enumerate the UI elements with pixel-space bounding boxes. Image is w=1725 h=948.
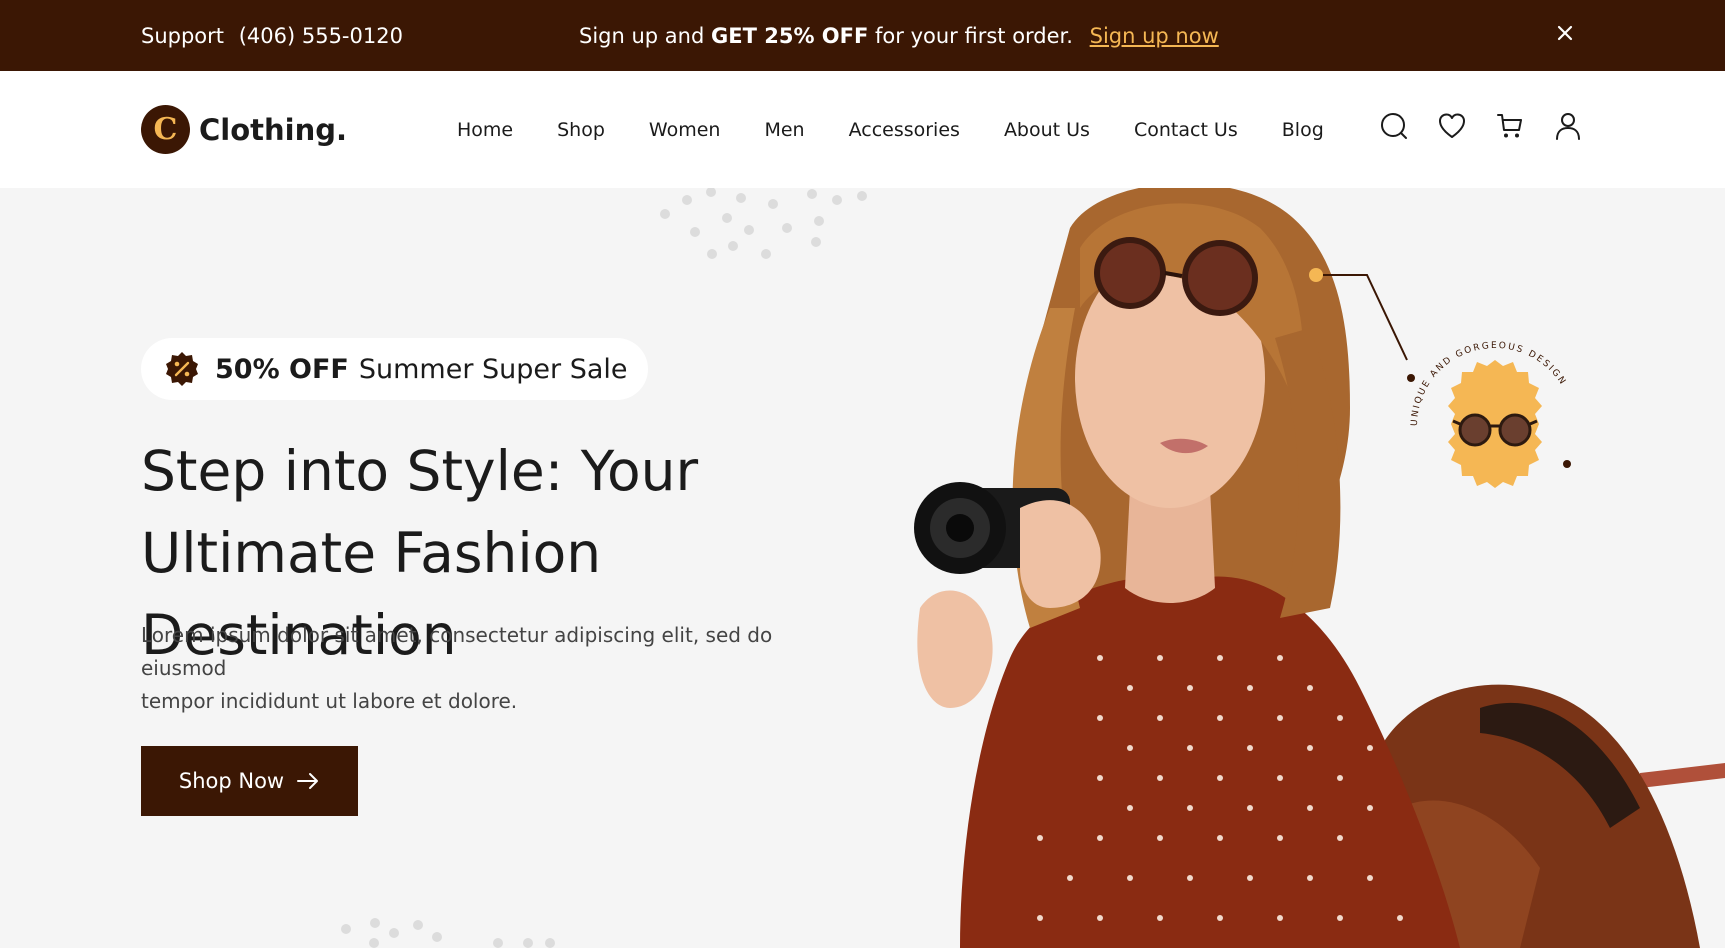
shop-now-button[interactable]: Shop Now bbox=[141, 746, 358, 816]
hero-section: 50% OFF Summer Super Sale Step into Styl… bbox=[0, 188, 1725, 948]
promo-discount: GET 25% OFF bbox=[711, 24, 869, 48]
announcement-bar: Support (406) 555-0120 Sign up and GET 2… bbox=[0, 0, 1725, 71]
promo-suffix: for your first order. bbox=[875, 24, 1073, 48]
support-info: Support (406) 555-0120 bbox=[141, 0, 403, 71]
signup-link[interactable]: Sign up now bbox=[1090, 24, 1219, 48]
search-icon[interactable] bbox=[1379, 111, 1409, 141]
description-line-2: tempor incididunt ut labore et dolore. bbox=[141, 689, 518, 713]
site-header: C Clothing. Home Shop Women Men Accessor… bbox=[0, 71, 1725, 188]
description-line-1: Lorem ipsum dolor sit amet, consectetur … bbox=[141, 623, 773, 680]
header-actions bbox=[1379, 111, 1611, 141]
support-phone[interactable]: (406) 555-0120 bbox=[239, 24, 403, 48]
decorative-dots-bottom bbox=[341, 918, 555, 948]
badge-text: Summer Super Sale bbox=[358, 353, 628, 385]
close-icon[interactable] bbox=[1552, 20, 1578, 46]
promo-message: Sign up and GET 25% OFF for your first o… bbox=[579, 0, 1219, 71]
discount-icon bbox=[166, 352, 198, 386]
hero-description: Lorem ipsum dolor sit amet, consectetur … bbox=[141, 619, 841, 718]
nav-about-us[interactable]: About Us bbox=[1004, 119, 1090, 141]
main-nav: Home Shop Women Men Accessories About Us… bbox=[457, 71, 1368, 188]
nav-blog[interactable]: Blog bbox=[1282, 119, 1324, 141]
nav-shop[interactable]: Shop bbox=[557, 119, 605, 141]
shop-now-label: Shop Now bbox=[178, 769, 285, 793]
logo-mark: C bbox=[141, 105, 190, 154]
badge-discount: 50% OFF bbox=[215, 353, 349, 385]
support-label: Support bbox=[141, 24, 225, 48]
nav-women[interactable]: Women bbox=[649, 119, 721, 141]
sale-badge: 50% OFF Summer Super Sale bbox=[141, 338, 648, 400]
nav-contact-us[interactable]: Contact Us bbox=[1134, 119, 1238, 141]
site-logo[interactable]: C Clothing. bbox=[141, 105, 347, 154]
promo-prefix: Sign up and bbox=[579, 24, 705, 48]
decorative-dots-top bbox=[660, 188, 867, 259]
headline-line-1: Step into Style: Your bbox=[141, 439, 699, 503]
arrow-right-icon bbox=[297, 773, 319, 789]
heart-icon[interactable] bbox=[1437, 111, 1467, 141]
cart-icon[interactable] bbox=[1495, 111, 1525, 141]
nav-men[interactable]: Men bbox=[764, 119, 804, 141]
user-icon[interactable] bbox=[1553, 111, 1583, 141]
logo-name: Clothing. bbox=[199, 112, 348, 147]
model-image bbox=[914, 188, 1725, 948]
nav-accessories[interactable]: Accessories bbox=[849, 119, 960, 141]
nav-home[interactable]: Home bbox=[457, 119, 513, 141]
design-callout: UNIQUE AND GORGEOUS DESIGN bbox=[1407, 341, 1571, 488]
